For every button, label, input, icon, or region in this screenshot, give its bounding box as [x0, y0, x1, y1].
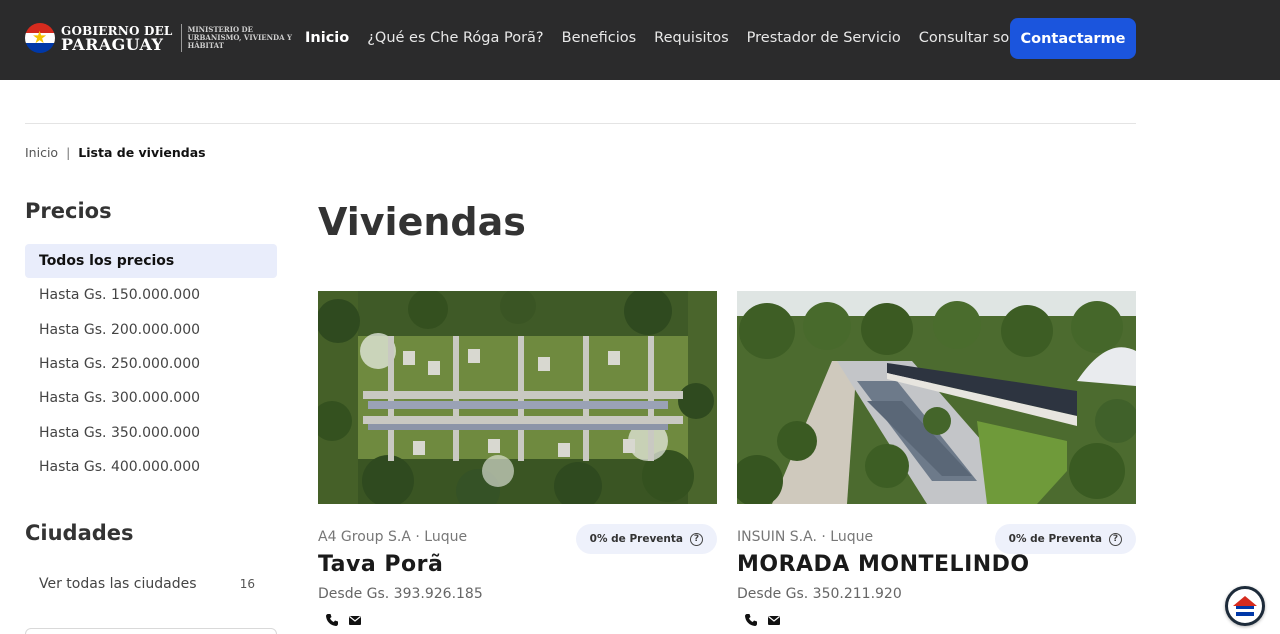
preventa-badge[interactable]: 0% de Preventa ?: [994, 524, 1136, 554]
preventa-badge-label: 0% de Preventa: [589, 533, 683, 545]
cities-title: Ciudades: [25, 521, 134, 545]
housing-card-contact-icons: [744, 612, 790, 631]
sidebar-next-filter-box[interactable]: [25, 628, 277, 634]
breadcrumb-separator: |: [66, 145, 71, 160]
price-filter-250m[interactable]: Hasta Gs. 250.000.000: [25, 347, 277, 381]
city-filter-all-label: Ver todas las ciudades: [39, 576, 197, 592]
paraguay-emblem-icon: ★: [25, 23, 55, 53]
price-filter-list: Todos los precios Hasta Gs. 150.000.000 …: [25, 244, 277, 484]
housing-card-image[interactable]: [737, 291, 1136, 504]
header-divider: [25, 123, 1136, 124]
help-circle-icon[interactable]: ?: [1109, 532, 1122, 546]
nav-requisitos[interactable]: Requisitos: [654, 28, 728, 48]
price-filter-all[interactable]: Todos los precios: [25, 244, 277, 279]
logo-gobierno-text: GOBIERNO DEL PARAGUAY: [61, 25, 173, 54]
prices-title: Precios: [25, 199, 112, 223]
mail-icon[interactable]: [767, 612, 781, 631]
housing-card-title[interactable]: MORADA MONTELINDO: [737, 552, 1030, 577]
housing-card-developer: INSUIN S.A.: [737, 529, 817, 545]
housing-card-price: Desde Gs. 393.926.185: [318, 586, 483, 602]
breadcrumb-home[interactable]: Inicio: [25, 145, 58, 160]
main-nav: Inicio ¿Qué es Che Róga Porã? Beneficios…: [305, 28, 1071, 48]
housing-card-price: Desde Gs. 350.211.920: [737, 586, 902, 602]
housing-render-perspective-image: [737, 291, 1136, 504]
housing-card[interactable]: A4 Group S.A · Luque 0% de Preventa ? Ta…: [318, 291, 717, 626]
nav-inicio[interactable]: Inicio: [305, 28, 349, 48]
price-filter-400m[interactable]: Hasta Gs. 400.000.000: [25, 450, 277, 484]
housing-card-meta: A4 Group S.A · Luque: [318, 529, 467, 545]
housing-card-developer: A4 Group S.A: [318, 529, 411, 545]
nav-que-es[interactable]: ¿Qué es Che Róga Porã?: [367, 28, 543, 48]
housing-card-meta: INSUIN S.A. · Luque: [737, 529, 873, 545]
logo-separator: [180, 24, 182, 52]
che-roga-pora-chat-icon[interactable]: [1225, 586, 1265, 626]
phone-icon[interactable]: [325, 612, 339, 631]
breadcrumb-current: Lista de viviendas: [78, 145, 206, 160]
housing-card[interactable]: INSUIN S.A. · Luque 0% de Preventa ? MOR…: [737, 291, 1136, 626]
price-filter-200m[interactable]: Hasta Gs. 200.000.000: [25, 313, 277, 347]
housing-card-city: Luque: [424, 529, 468, 545]
contactarme-button[interactable]: Contactarme: [1010, 18, 1136, 59]
logo-line2: PARAGUAY: [61, 35, 164, 54]
housing-card-title[interactable]: Tava Porã: [318, 552, 443, 577]
price-filter-300m[interactable]: Hasta Gs. 300.000.000: [25, 381, 277, 415]
gobierno-paraguay-logo[interactable]: ★ GOBIERNO DEL PARAGUAY MINISTERIO DE UR…: [25, 20, 300, 56]
mail-icon[interactable]: [348, 612, 362, 631]
nav-beneficios[interactable]: Beneficios: [562, 28, 637, 48]
nav-prestador[interactable]: Prestador de Servicio: [747, 28, 901, 48]
preventa-badge-label: 0% de Preventa: [1008, 533, 1102, 545]
phone-icon[interactable]: [744, 612, 758, 631]
preventa-badge[interactable]: 0% de Preventa ?: [575, 524, 717, 554]
house-logo-icon: [1233, 596, 1257, 616]
housing-card-contact-icons: [325, 612, 371, 631]
breadcrumb: Inicio | Lista de viviendas: [25, 145, 206, 160]
city-count-badge: 16: [239, 577, 255, 591]
housing-card-city: Luque: [830, 529, 874, 545]
housing-card-image[interactable]: [318, 291, 717, 504]
page-title: Viviendas: [318, 200, 526, 244]
aerial-housing-plan-image: [318, 291, 717, 504]
price-filter-150m[interactable]: Hasta Gs. 150.000.000: [25, 278, 277, 312]
top-navigation-bar: ★ GOBIERNO DEL PARAGUAY MINISTERIO DE UR…: [0, 0, 1280, 80]
help-circle-icon[interactable]: ?: [690, 532, 703, 546]
logo-ministry-text: MINISTERIO DE URBANISMO, VIVIENDA Y HÁBI…: [187, 25, 292, 50]
meta-separator: ·: [415, 529, 425, 545]
price-filter-350m[interactable]: Hasta Gs. 350.000.000: [25, 415, 277, 449]
city-filter-all[interactable]: Ver todas las ciudades 16: [25, 567, 277, 601]
meta-separator: ·: [821, 529, 831, 545]
